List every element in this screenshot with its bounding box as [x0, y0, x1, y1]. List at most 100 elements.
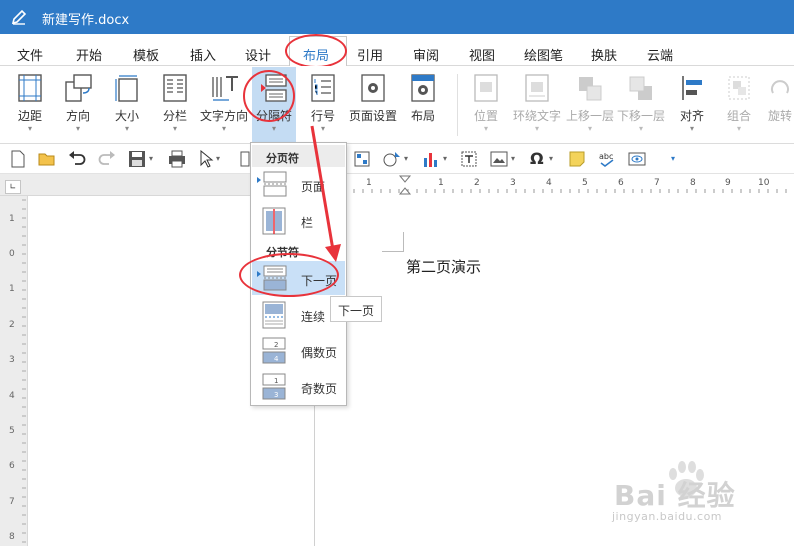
position-icon — [474, 74, 498, 102]
shapes-icon[interactable] — [382, 150, 402, 168]
sticky-note-icon[interactable] — [568, 150, 586, 168]
position-button[interactable]: 位置 ▾ — [466, 70, 506, 140]
next-page-break-icon — [263, 265, 287, 291]
break-even-page-item[interactable]: 24 偶数页 — [252, 333, 345, 367]
svg-text:abc: abc — [599, 152, 613, 161]
toolbar-more-icon[interactable]: ▾ — [671, 154, 675, 163]
chevron-down-icon: ▾ — [124, 124, 129, 133]
hruler-num-5: 5 — [582, 178, 588, 188]
hruler-num-7: 7 — [654, 178, 660, 188]
margins-icon — [18, 74, 42, 102]
page-margin-corner — [382, 232, 404, 252]
document-paragraph[interactable]: 第二页演示 — [406, 256, 481, 277]
save-icon[interactable] — [128, 150, 146, 168]
hruler-num-1: 1 — [438, 178, 444, 188]
page-size-icon — [115, 75, 138, 102]
table-icon[interactable] — [240, 150, 250, 168]
page-breaks-header: 分页符 — [252, 145, 345, 167]
align-button[interactable]: 对齐 ▾ — [672, 70, 712, 140]
hruler-num-10: 10 — [758, 178, 770, 188]
menu-skin[interactable]: 换肤 — [591, 45, 617, 64]
symbol-omega-icon[interactable]: Ω — [530, 149, 544, 168]
hruler-num-8: 8 — [690, 178, 696, 188]
column-break-icon — [262, 207, 286, 235]
pointer-dropdown-icon[interactable]: ▾ — [216, 154, 220, 163]
save-dropdown-icon[interactable]: ▾ — [149, 154, 153, 163]
layout-settings-icon — [411, 74, 435, 102]
rotate-button[interactable]: 旋转 — [766, 70, 794, 140]
wrap-text-button[interactable]: 环绕文字 ▾ — [511, 70, 563, 140]
menu-cloud[interactable]: 云端 — [647, 45, 673, 64]
menu-view[interactable]: 视图 — [469, 45, 495, 64]
layout-button[interactable]: 布局 — [403, 70, 443, 140]
hruler-num-6: 6 — [618, 178, 624, 188]
chevron-down-icon: ▾ — [689, 124, 694, 133]
chevron-down-icon: ▾ — [320, 124, 325, 133]
send-backward-button[interactable]: 下移一层 ▾ — [616, 70, 666, 140]
vruler-ticks — [22, 199, 26, 543]
columns-button[interactable]: 分栏 ▾ — [155, 70, 195, 140]
menu-insert[interactable]: 插入 — [190, 45, 216, 64]
chevron-down-icon: ▾ — [736, 124, 741, 133]
preview-eye-icon[interactable] — [628, 150, 646, 168]
hruler-num-4: 4 — [546, 178, 552, 188]
menu-templates[interactable]: 模板 — [133, 45, 159, 64]
baidu-jingyan-watermark: Bai 经验 jingyan.baidu.com — [600, 458, 790, 528]
margins-button[interactable]: 边距 ▾ — [10, 70, 50, 140]
svg-text:3: 3 — [274, 391, 278, 399]
orientation-button[interactable]: 方向 ▾ — [58, 70, 98, 140]
chevron-down-icon: ▾ — [221, 124, 226, 133]
redo-icon[interactable] — [98, 150, 116, 168]
menu-home[interactable]: 开始 — [76, 45, 102, 64]
shapes-dropdown-icon[interactable]: ▾ — [404, 154, 408, 163]
chevron-down-icon: ▾ — [75, 124, 80, 133]
ruler-ticks — [316, 174, 794, 196]
size-button[interactable]: 大小 ▾ — [107, 70, 147, 140]
tab-stop-selector[interactable]: ∟ — [5, 180, 21, 194]
select-pointer-icon[interactable] — [198, 150, 214, 168]
ribbon-separator — [457, 74, 458, 136]
break-column-item[interactable]: 栏 — [252, 203, 345, 237]
hruler-num-2: 2 — [474, 178, 480, 188]
chevron-down-icon: ▾ — [271, 124, 276, 133]
image-grid-icon[interactable] — [354, 150, 370, 168]
odd-page-break-icon: 13 — [262, 373, 286, 400]
new-document-icon[interactable] — [10, 150, 26, 168]
picture-icon[interactable] — [490, 150, 508, 168]
line-numbers-button[interactable]: 行号 ▾ — [303, 70, 343, 140]
spell-check-icon[interactable]: abc — [598, 150, 618, 168]
text-direction-icon — [212, 76, 238, 101]
group-button[interactable]: 组合 ▾ — [719, 70, 759, 140]
watermark-url: jingyan.baidu.com — [612, 510, 723, 523]
watermark-logo-text: Bai 经验 — [614, 479, 736, 512]
menu-file[interactable]: 文件 — [17, 45, 43, 64]
text-box-icon[interactable] — [460, 150, 478, 168]
menu-design[interactable]: 设计 — [245, 45, 271, 64]
bring-forward-button[interactable]: 上移一层 ▾ — [565, 70, 615, 140]
chevron-down-icon: ▾ — [587, 124, 592, 133]
chart-dropdown-icon[interactable]: ▾ — [443, 154, 447, 163]
svg-text:1: 1 — [274, 377, 278, 385]
chevron-down-icon: ▾ — [172, 124, 177, 133]
breaks-button[interactable]: 分隔符 ▾ — [254, 70, 294, 140]
menu-layout[interactable]: 布局 — [303, 45, 329, 64]
break-next-page-item[interactable]: 下一页 — [252, 261, 345, 295]
window-title: 新建写作.docx — [42, 13, 130, 28]
next-page-tooltip: 下一页 — [330, 296, 382, 322]
menu-drawing-pen[interactable]: 绘图笔 — [524, 45, 563, 64]
chart-icon[interactable] — [422, 150, 440, 168]
section-breaks-header: 分节符 — [252, 239, 345, 261]
print-icon[interactable] — [168, 150, 186, 168]
break-page-item[interactable]: 页面 — [252, 167, 345, 201]
symbol-dropdown-icon[interactable]: ▾ — [549, 154, 553, 163]
open-folder-icon[interactable] — [38, 150, 56, 168]
break-odd-page-item[interactable]: 13 奇数页 — [252, 369, 345, 403]
page-break-icon — [263, 171, 287, 197]
horizontal-ruler: 1 1 2 3 4 5 6 7 8 9 10 — [0, 174, 794, 196]
page-setup-button[interactable]: 页面设置 — [347, 70, 399, 140]
menu-review[interactable]: 审阅 — [413, 45, 439, 64]
undo-icon[interactable] — [68, 150, 86, 168]
picture-dropdown-icon[interactable]: ▾ — [511, 154, 515, 163]
menu-references[interactable]: 引用 — [357, 45, 383, 64]
text-direction-button[interactable]: 文字方向 ▾ — [200, 70, 248, 140]
